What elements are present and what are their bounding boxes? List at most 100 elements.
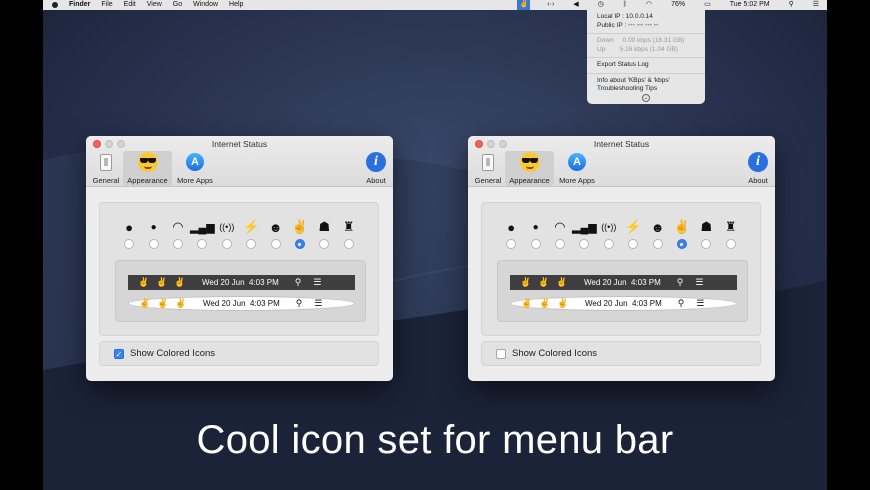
icon-set-panel: ● ● ◠ ▂▄▆ ((•)) ⚡ ☻ ✌ ☗ ♜ ✌ ✌ ✌ Wed 20 Jun… <box>99 202 379 336</box>
preview-date: Wed 20 Jun <box>585 299 628 308</box>
icon-radio[interactable] <box>725 239 736 249</box>
icon-radio[interactable] <box>343 239 354 249</box>
export-status-log-item[interactable]: Export Status Log <box>587 61 705 70</box>
icon-radio[interactable] <box>530 239 541 249</box>
time-machine-icon[interactable]: ◷ <box>598 0 604 10</box>
signal-bars-icon[interactable]: ▂▄▆ <box>572 218 597 236</box>
stormtrooper-icon[interactable]: ☗ <box>318 218 330 236</box>
tab-about[interactable]: i About <box>361 151 391 186</box>
show-colored-icons-label[interactable]: Show Colored Icons <box>130 348 215 359</box>
network-arrows-icon[interactable]: ‹·› <box>547 0 554 10</box>
tab-appearance[interactable]: Appearance <box>123 151 172 186</box>
tab-more-apps[interactable]: A More Apps <box>556 151 598 186</box>
volume-icon[interactable]: ◀ <box>573 0 578 10</box>
icon-radio[interactable] <box>506 239 517 249</box>
menu-help[interactable]: Help <box>229 0 243 10</box>
chevron-down-icon[interactable]: ⌄ <box>642 94 650 102</box>
icon-radio[interactable] <box>319 239 330 249</box>
search-icon[interactable]: ⚲ <box>789 0 794 10</box>
wifi-icon[interactable]: ◠ <box>172 218 183 236</box>
tab-general-label: General <box>92 176 120 185</box>
rock-hand-icon: ✌ <box>139 298 151 308</box>
icon-radio[interactable] <box>554 239 565 249</box>
icon-radio[interactable] <box>246 239 257 249</box>
tab-general[interactable]: General <box>471 151 505 186</box>
stormtrooper-icon[interactable]: ☗ <box>700 218 712 236</box>
promo-caption: Cool icon set for menu bar <box>196 418 674 462</box>
separator <box>587 57 705 58</box>
notification-center-icon[interactable]: ☰ <box>813 0 819 10</box>
preview-date: Wed 20 Jun <box>584 278 627 287</box>
icon-radio[interactable] <box>579 239 590 249</box>
icon-radio-selected[interactable] <box>676 239 687 249</box>
rock-hand-icon[interactable]: ✌ <box>292 218 308 236</box>
wifi-icon[interactable]: ◠ <box>554 218 565 236</box>
wifi-icon[interactable]: ◠ <box>646 0 652 10</box>
down-label: Down <box>597 37 614 44</box>
ellipsis-face-icon[interactable]: ● <box>125 218 133 236</box>
ellipsis-face-icon[interactable]: ● <box>507 218 515 236</box>
menu-bar-preview: ✌ ✌ ✌ Wed 20 Jun 4:03 PM ⚲ ☰ ✌ ✌ ✌ Wed 20 Jun… <box>115 260 366 322</box>
preview-time: 4:03 PM <box>250 299 280 308</box>
dot-icon[interactable]: ● <box>151 218 157 236</box>
icon-radio[interactable] <box>148 239 159 249</box>
info-kbps-item[interactable]: Info about 'KBps' & 'kbps' <box>587 77 705 86</box>
local-ip-row: Local IP : 10.0.0.14 <box>597 13 653 20</box>
dot-icon[interactable]: ● <box>533 218 539 236</box>
icon-radio-selected[interactable] <box>294 239 305 249</box>
icon-radio[interactable] <box>270 239 281 249</box>
show-colored-icons-checkbox[interactable] <box>496 348 506 359</box>
up-value: 5.16 kbps (1.04 GB) <box>619 45 678 53</box>
tab-appearance[interactable]: Appearance <box>505 151 554 186</box>
broadcast-icon[interactable]: ((•)) <box>601 218 616 236</box>
clock[interactable]: Tue 5:02 PM <box>730 0 770 10</box>
icon-radio[interactable] <box>124 239 135 249</box>
menu-edit[interactable]: Edit <box>124 0 136 10</box>
broadcast-icon[interactable]: ((•)) <box>219 218 234 236</box>
preview-datetime: Wed 20 Jun 4:03 PM <box>584 278 661 287</box>
rock-hand-icon: ✌ <box>539 298 551 308</box>
ironman-icon[interactable]: ♜ <box>343 218 355 236</box>
rock-hand-icon: ✌ <box>521 298 533 308</box>
dark-menubar-preview: ✌ ✌ ✌ Wed 20 Jun 4:03 PM ⚲ ☰ <box>510 275 737 290</box>
smiley-icon[interactable]: ☻ <box>269 218 283 236</box>
ironman-icon[interactable]: ♜ <box>725 218 737 236</box>
show-colored-icons-checkbox[interactable]: ✓ <box>114 348 124 359</box>
left-letterbox <box>0 0 43 490</box>
menu-view[interactable]: View <box>147 0 162 10</box>
menu-finder[interactable]: Finder <box>69 0 90 10</box>
list-icon: ☰ <box>313 277 322 287</box>
plug-icon[interactable]: ⚡ <box>243 218 259 236</box>
rock-hand-icon[interactable]: ✌ <box>674 218 690 236</box>
icon-radio[interactable] <box>652 239 663 249</box>
icon-radio[interactable] <box>197 239 208 249</box>
menu-window[interactable]: Window <box>193 0 218 10</box>
tab-more-apps[interactable]: A More Apps <box>174 151 216 186</box>
tab-about-label: About <box>366 176 386 185</box>
public-ip-value: •••.•••.•••.•• <box>627 21 659 29</box>
rock-hand-icon: ✌ <box>174 277 186 287</box>
troubleshooting-tips-item[interactable]: Troubleshooting Tips <box>587 85 705 94</box>
show-colored-icons-label[interactable]: Show Colored Icons <box>512 348 597 359</box>
icon-radio[interactable] <box>701 239 712 249</box>
local-ip-label: Local IP <box>597 13 621 20</box>
bluetooth-icon[interactable]: ᛒ <box>623 0 627 10</box>
icon-radio[interactable] <box>628 239 639 249</box>
tab-general[interactable]: General <box>89 151 123 186</box>
icon-radio[interactable] <box>603 239 614 249</box>
battery-percent[interactable]: 76% <box>671 0 685 10</box>
plug-icon[interactable]: ⚡ <box>625 218 641 236</box>
menu-file[interactable]: File <box>101 0 112 10</box>
tab-about[interactable]: i About <box>743 151 773 186</box>
icon-radio[interactable] <box>221 239 232 249</box>
icon-radio[interactable] <box>172 239 183 249</box>
app-store-icon: A <box>186 153 204 171</box>
internet-status-menu-icon[interactable]: ✌ <box>517 0 531 10</box>
apple-icon[interactable] <box>52 2 58 8</box>
signal-bars-icon[interactable]: ▂▄▆ <box>190 218 215 236</box>
battery-icon[interactable]: ▭ <box>704 0 711 10</box>
smiley-icon[interactable]: ☻ <box>651 218 665 236</box>
menu-go[interactable]: Go <box>173 0 182 10</box>
list-icon: ☰ <box>696 298 705 308</box>
separator <box>587 33 705 34</box>
